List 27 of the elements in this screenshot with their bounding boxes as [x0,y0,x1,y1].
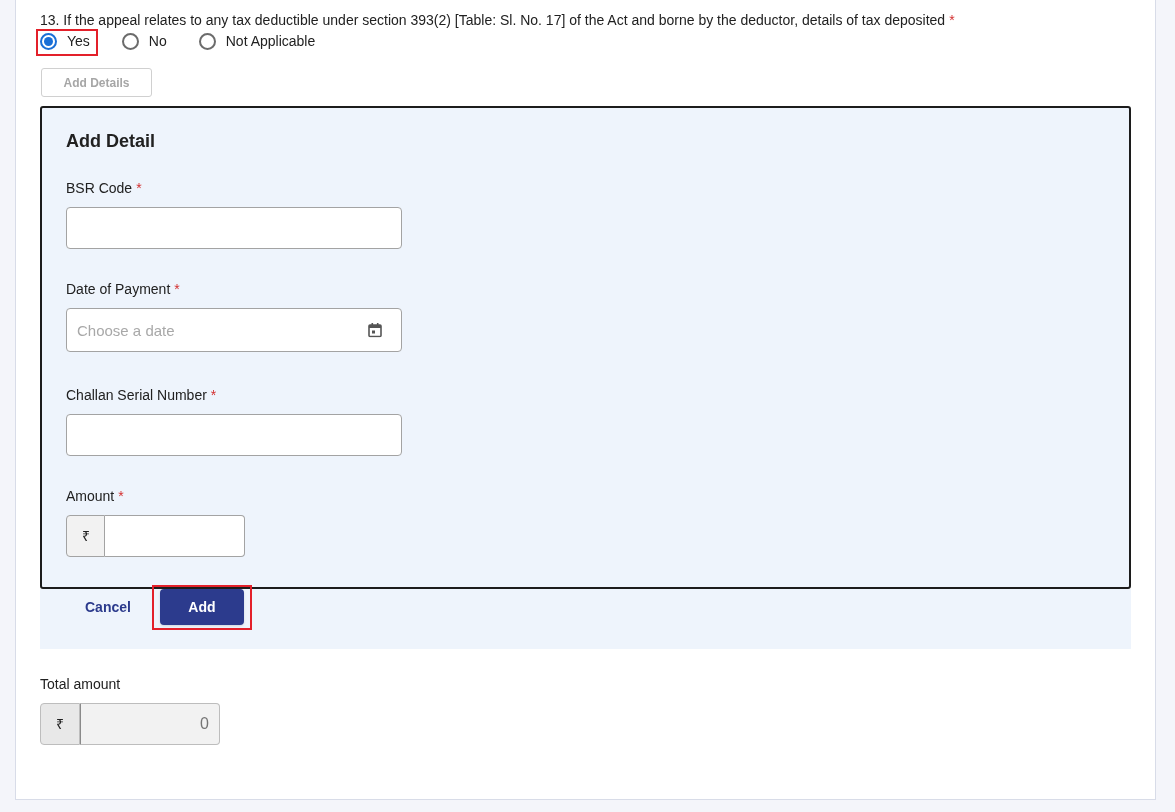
radio-option[interactable]: No [121,30,167,52]
panel-title: Add Detail [66,130,155,153]
calendar-icon[interactable] [368,322,382,338]
question-text: 13. If the appeal relates to any tax deductible under section 393(2) [Table: Sl. No. 17] of the Act and borne by the deductor, details of tax deposited [40,11,946,30]
currency-prefix: ₹ [66,515,105,557]
field-label: Challan Serial Number [66,385,207,405]
add-button[interactable]: Add [159,589,244,625]
text-input[interactable] [66,207,402,249]
radio-icon[interactable] [198,32,216,50]
field-label: Date of Payment [66,279,171,299]
required-asterisk: * [118,486,124,506]
cancel-button[interactable]: Cancel [69,589,147,625]
radio-option[interactable]: Yes [40,30,90,52]
radio-icon[interactable] [121,32,139,50]
required-asterisk: * [210,385,217,405]
currency-prefix: ₹ [40,703,80,745]
field-label: Amount [66,486,115,506]
field-label: BSR Code [66,178,133,198]
field-label: Total amount [40,674,121,694]
radio-icon[interactable] [40,32,57,50]
required-asterisk: * [136,178,142,198]
text-input[interactable] [66,414,402,456]
required-asterisk: * [949,11,955,30]
required-asterisk: * [174,279,180,299]
date-input[interactable]: Choose a date [66,308,402,352]
amount-input[interactable] [105,515,245,557]
radio-option[interactable]: Not Applicable [198,30,316,52]
